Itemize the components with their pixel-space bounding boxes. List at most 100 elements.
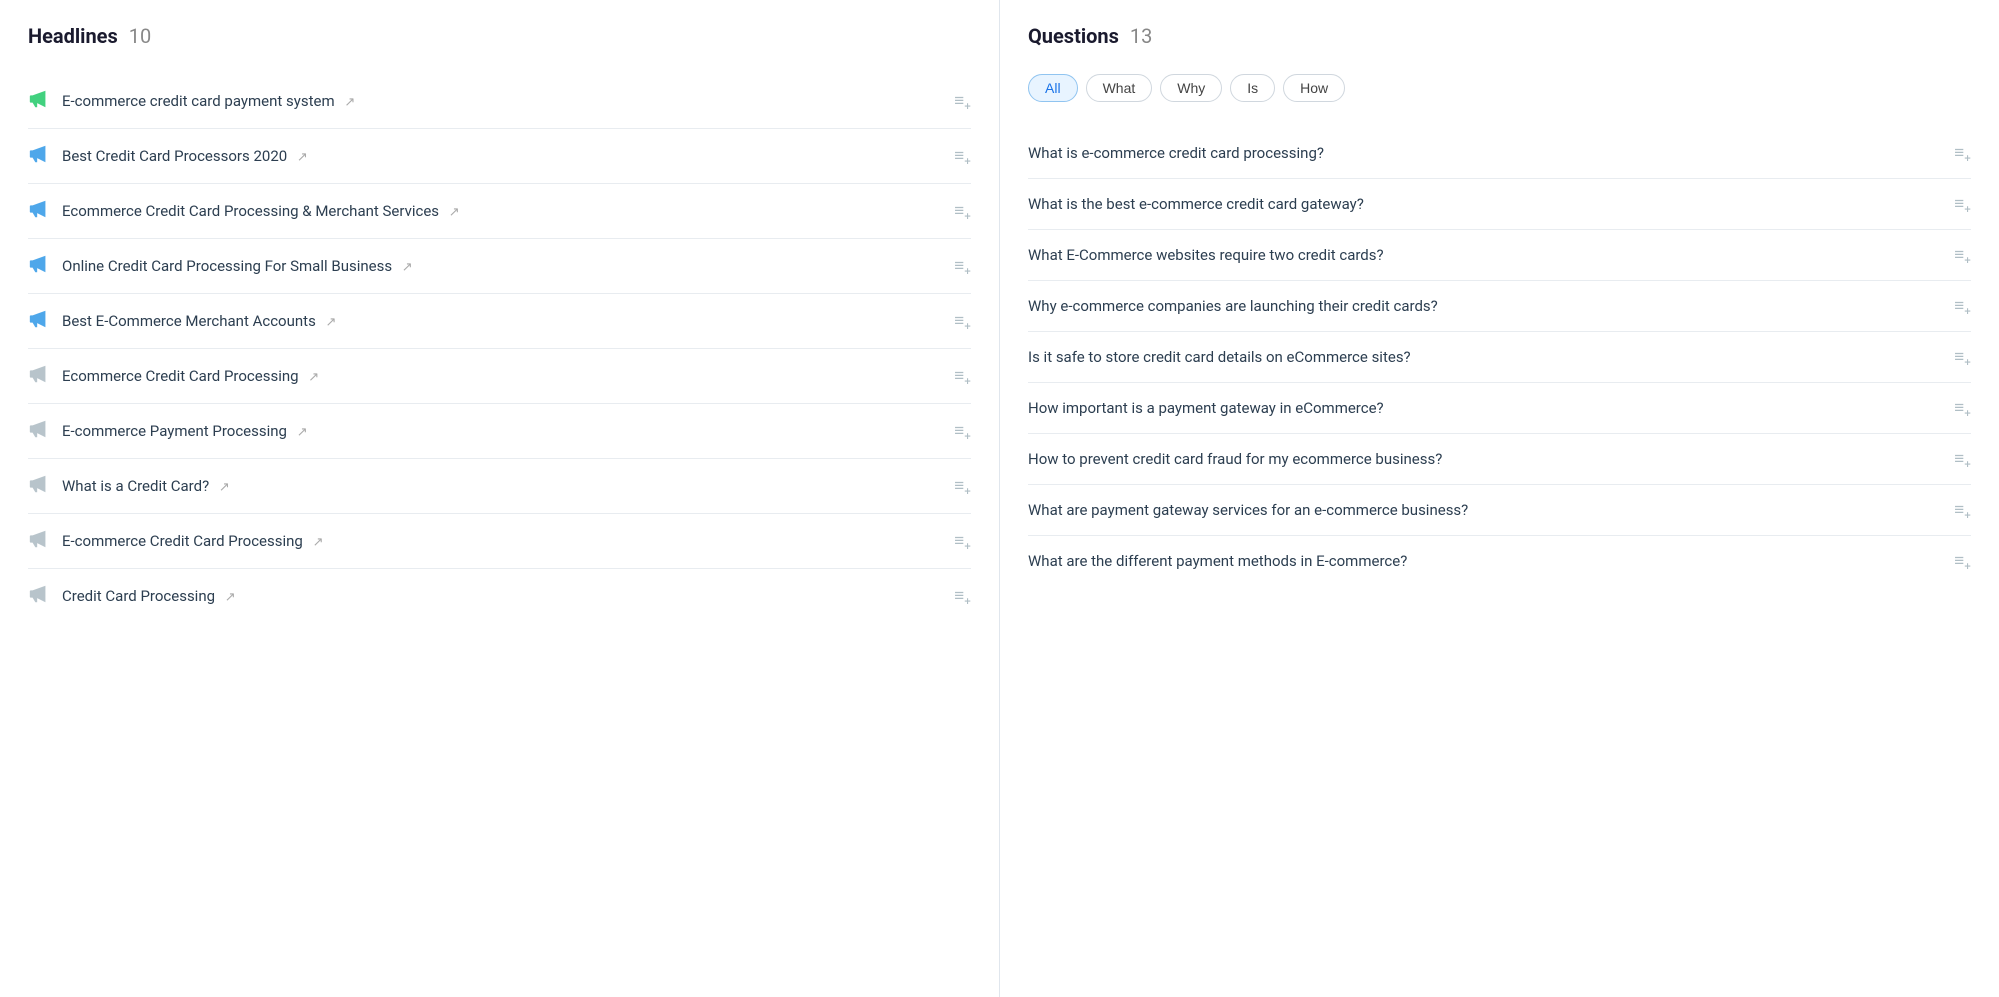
question-text: Why e-commerce companies are launching t… [1028, 297, 1438, 315]
add-to-list-icon[interactable]: ≡₊ [954, 256, 971, 276]
megaphone-icon [28, 198, 50, 224]
headline-text: What is a Credit Card? ↗ [62, 477, 230, 495]
headline-item[interactable]: Best E-Commerce Merchant Accounts ↗ ≡₊ [28, 294, 971, 349]
megaphone-icon [28, 528, 50, 554]
external-link-icon[interactable]: ↗ [308, 370, 319, 385]
add-to-list-icon[interactable]: ≡₊ [954, 366, 971, 386]
headline-text: Best E-Commerce Merchant Accounts ↗ [62, 312, 336, 330]
question-text: What is the best e-commerce credit card … [1028, 195, 1364, 213]
external-link-icon[interactable]: ↗ [449, 205, 460, 220]
headline-text: Ecommerce Credit Card Processing & Merch… [62, 202, 460, 220]
add-to-list-icon[interactable]: ≡₊ [1954, 398, 1971, 418]
question-item[interactable]: Why e-commerce companies are launching t… [1028, 281, 1971, 332]
add-to-list-icon[interactable]: ≡₊ [1954, 245, 1971, 265]
headline-left: Credit Card Processing ↗ [28, 583, 236, 609]
question-text: What is e-commerce credit card processin… [1028, 144, 1324, 162]
question-item[interactable]: What is the best e-commerce credit card … [1028, 179, 1971, 230]
headline-left: Online Credit Card Processing For Small … [28, 253, 413, 279]
add-to-list-icon[interactable]: ≡₊ [954, 421, 971, 441]
question-text: What are payment gateway services for an… [1028, 501, 1468, 519]
add-to-list-icon[interactable]: ≡₊ [1954, 143, 1971, 163]
headline-text: E-commerce Credit Card Processing ↗ [62, 532, 323, 550]
add-to-list-icon[interactable]: ≡₊ [954, 476, 971, 496]
megaphone-icon [28, 308, 50, 334]
headline-text: E-commerce Payment Processing ↗ [62, 422, 308, 440]
question-item[interactable]: What are the different payment methods i… [1028, 536, 1971, 586]
questions-header: Questions 13 [1028, 24, 1971, 56]
add-to-list-icon[interactable]: ≡₊ [1954, 194, 1971, 214]
external-link-icon[interactable]: ↗ [344, 95, 355, 110]
megaphone-icon [28, 88, 50, 114]
megaphone-icon [28, 363, 50, 389]
headline-item[interactable]: Ecommerce Credit Card Processing ↗ ≡₊ [28, 349, 971, 404]
headline-left: E-commerce Credit Card Processing ↗ [28, 528, 323, 554]
external-link-icon[interactable]: ↗ [402, 260, 413, 275]
headline-left: E-commerce Payment Processing ↗ [28, 418, 308, 444]
headline-text: Best Credit Card Processors 2020 ↗ [62, 147, 308, 165]
add-to-list-icon[interactable]: ≡₊ [954, 91, 971, 111]
question-item[interactable]: What is e-commerce credit card processin… [1028, 128, 1971, 179]
add-to-list-icon[interactable]: ≡₊ [954, 311, 971, 331]
external-link-icon[interactable]: ↗ [313, 535, 324, 550]
headline-text: Credit Card Processing ↗ [62, 587, 236, 605]
add-to-list-icon[interactable]: ≡₊ [1954, 500, 1971, 520]
questions-title: Questions [1028, 24, 1119, 48]
question-item[interactable]: What are payment gateway services for an… [1028, 485, 1971, 536]
main-container: Headlines 10 E-commerce credit card paym… [0, 0, 1999, 997]
headline-left: What is a Credit Card? ↗ [28, 473, 230, 499]
headline-left: Best Credit Card Processors 2020 ↗ [28, 143, 308, 169]
headline-text: Ecommerce Credit Card Processing ↗ [62, 367, 319, 385]
megaphone-icon [28, 473, 50, 499]
external-link-icon[interactable]: ↗ [326, 315, 337, 330]
headline-item[interactable]: Ecommerce Credit Card Processing & Merch… [28, 184, 971, 239]
headline-item[interactable]: Credit Card Processing ↗ ≡₊ [28, 569, 971, 623]
headline-text: E-commerce credit card payment system ↗ [62, 92, 355, 110]
add-to-list-icon[interactable]: ≡₊ [954, 201, 971, 221]
filter-btn-all[interactable]: All [1028, 74, 1078, 102]
filter-btn-is[interactable]: Is [1230, 74, 1275, 102]
question-item[interactable]: How important is a payment gateway in eC… [1028, 383, 1971, 434]
add-to-list-icon[interactable]: ≡₊ [1954, 449, 1971, 469]
external-link-icon[interactable]: ↗ [225, 590, 236, 605]
question-text: Is it safe to store credit card details … [1028, 348, 1411, 366]
add-to-list-icon[interactable]: ≡₊ [1954, 347, 1971, 367]
add-to-list-icon[interactable]: ≡₊ [1954, 551, 1971, 571]
add-to-list-icon[interactable]: ≡₊ [954, 586, 971, 606]
question-item[interactable]: What E-Commerce websites require two cre… [1028, 230, 1971, 281]
headline-item[interactable]: E-commerce credit card payment system ↗ … [28, 74, 971, 129]
filter-btn-how[interactable]: How [1283, 74, 1345, 102]
headlines-count: 10 [124, 24, 151, 48]
headlines-list: E-commerce credit card payment system ↗ … [28, 74, 971, 623]
headline-text: Online Credit Card Processing For Small … [62, 257, 413, 275]
add-to-list-icon[interactable]: ≡₊ [954, 146, 971, 166]
question-item[interactable]: How to prevent credit card fraud for my … [1028, 434, 1971, 485]
headline-left: E-commerce credit card payment system ↗ [28, 88, 355, 114]
questions-list: What is e-commerce credit card processin… [1028, 128, 1971, 586]
filter-btn-what[interactable]: What [1086, 74, 1153, 102]
questions-panel: Questions 13 All WhatWhy Is How What is e-c… [1000, 0, 1999, 997]
questions-count: 13 [1125, 24, 1152, 48]
headline-left: Ecommerce Credit Card Processing ↗ [28, 363, 319, 389]
question-item[interactable]: Is it safe to store credit card details … [1028, 332, 1971, 383]
add-to-list-icon[interactable]: ≡₊ [1954, 296, 1971, 316]
add-to-list-icon[interactable]: ≡₊ [954, 531, 971, 551]
question-text: What are the different payment methods i… [1028, 552, 1407, 570]
question-text: How important is a payment gateway in eC… [1028, 399, 1384, 417]
external-link-icon[interactable]: ↗ [219, 480, 230, 495]
external-link-icon[interactable]: ↗ [297, 150, 308, 165]
headlines-header: Headlines 10 [28, 24, 971, 56]
headline-item[interactable]: E-commerce Payment Processing ↗ ≡₊ [28, 404, 971, 459]
filter-bar: All WhatWhy Is How [1028, 74, 1971, 110]
headlines-panel: Headlines 10 E-commerce credit card paym… [0, 0, 1000, 997]
external-link-icon[interactable]: ↗ [297, 425, 308, 440]
megaphone-icon [28, 143, 50, 169]
filter-btn-why[interactable]: Why [1160, 74, 1222, 102]
headline-item[interactable]: Online Credit Card Processing For Small … [28, 239, 971, 294]
headline-item[interactable]: E-commerce Credit Card Processing ↗ ≡₊ [28, 514, 971, 569]
megaphone-icon [28, 253, 50, 279]
megaphone-icon [28, 583, 50, 609]
headlines-title: Headlines [28, 24, 118, 48]
headline-item[interactable]: Best Credit Card Processors 2020 ↗ ≡₊ [28, 129, 971, 184]
headline-left: Ecommerce Credit Card Processing & Merch… [28, 198, 460, 224]
headline-item[interactable]: What is a Credit Card? ↗ ≡₊ [28, 459, 971, 514]
